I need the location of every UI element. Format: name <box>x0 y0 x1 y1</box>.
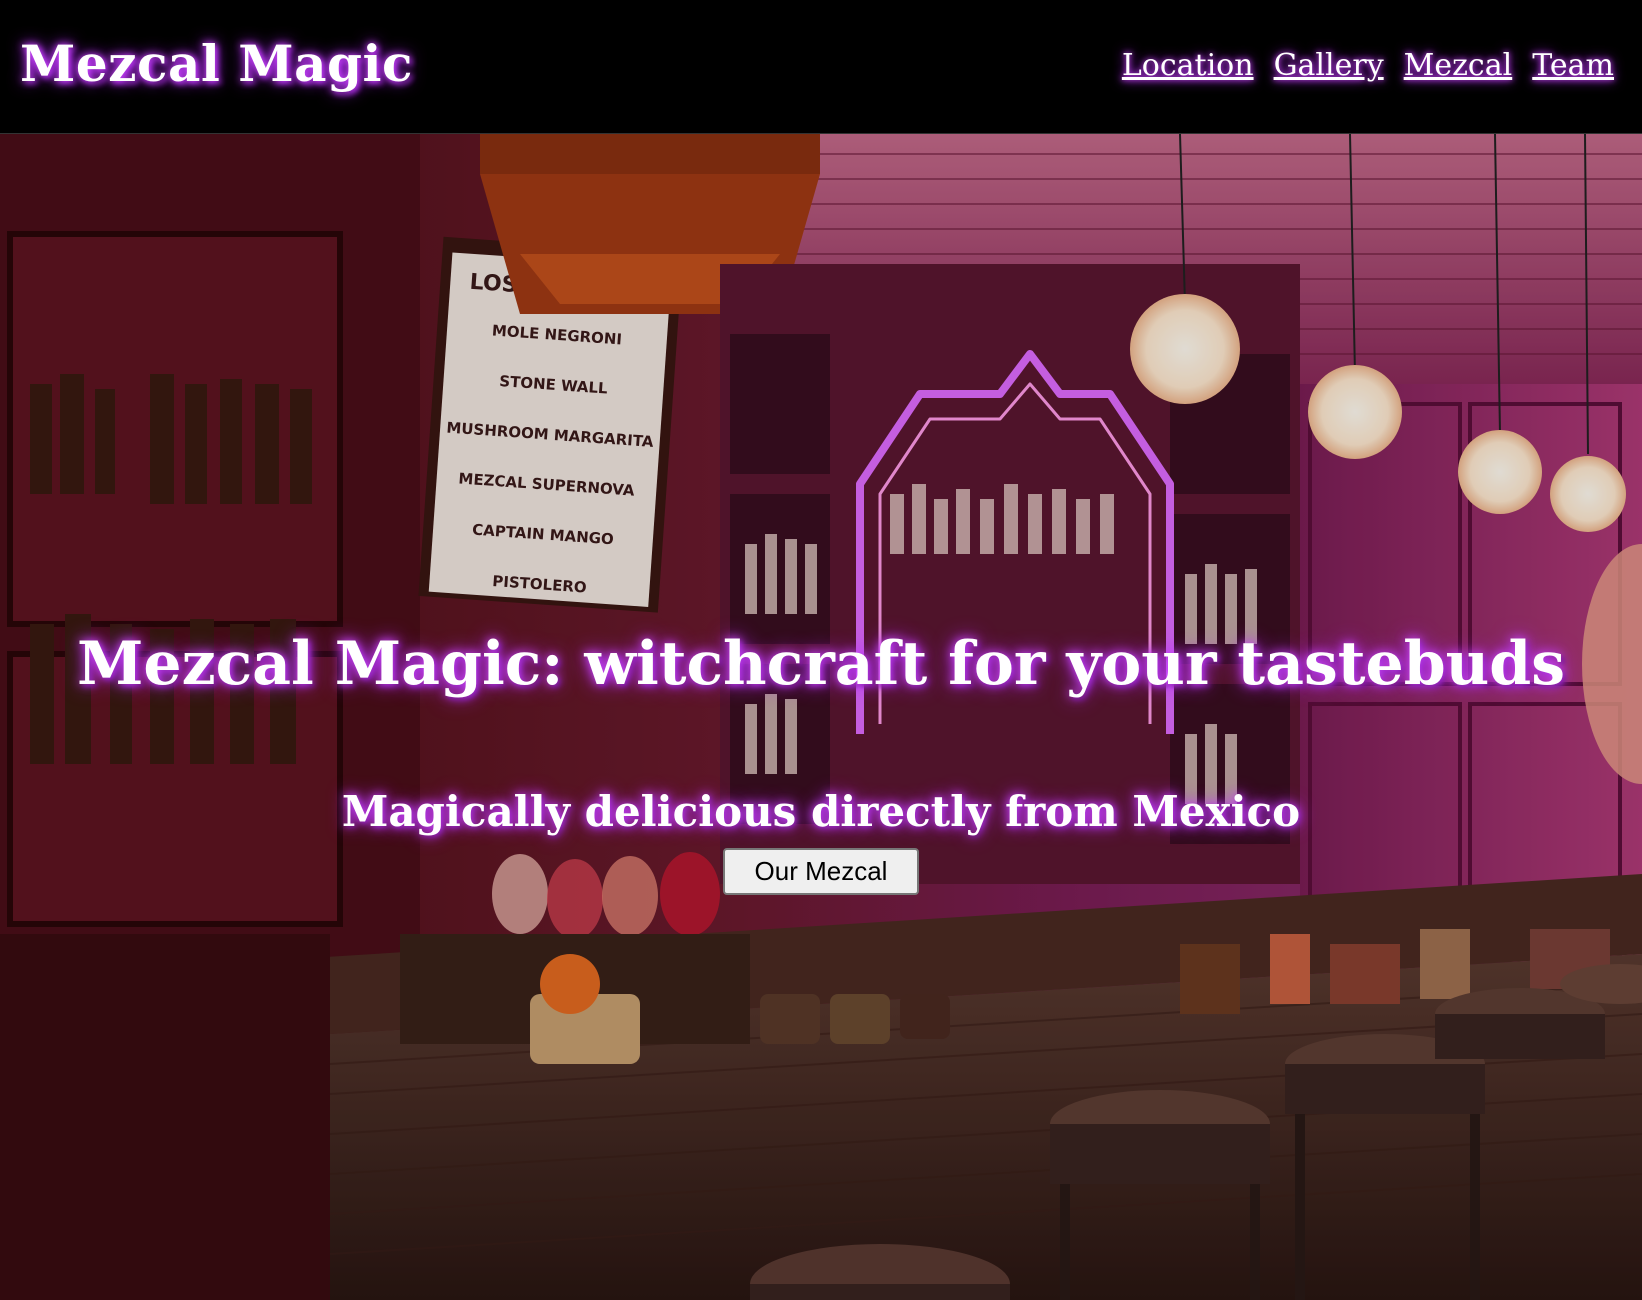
nav-link-gallery[interactable]: Gallery <box>1274 48 1384 83</box>
top-nav-bar: Mezcal Magic Location Gallery Mezcal Tea… <box>0 0 1642 134</box>
our-mezcal-button[interactable]: Our Mezcal <box>722 848 920 895</box>
hero-subtitle: Magically delicious directly from Mexico <box>341 786 1301 836</box>
site-brand[interactable]: Mezcal Magic <box>20 34 413 93</box>
hero-dim-overlay <box>0 134 1642 1300</box>
nav-link-mezcal[interactable]: Mezcal <box>1404 48 1513 83</box>
nav-links: Location Gallery Mezcal Team <box>1122 48 1614 83</box>
hero-background-image: LOS CÓCTELES MOLE NEGRONI STONE WALL MUS… <box>0 134 1642 1300</box>
hero-title: Mezcal Magic: witchcraft for your tasteb… <box>76 629 1566 700</box>
cta-container: Our Mezcal <box>0 848 1642 895</box>
hero-section: LOS CÓCTELES MOLE NEGRONI STONE WALL MUS… <box>0 134 1642 1300</box>
nav-link-location[interactable]: Location <box>1122 48 1254 83</box>
nav-link-team[interactable]: Team <box>1532 48 1614 83</box>
